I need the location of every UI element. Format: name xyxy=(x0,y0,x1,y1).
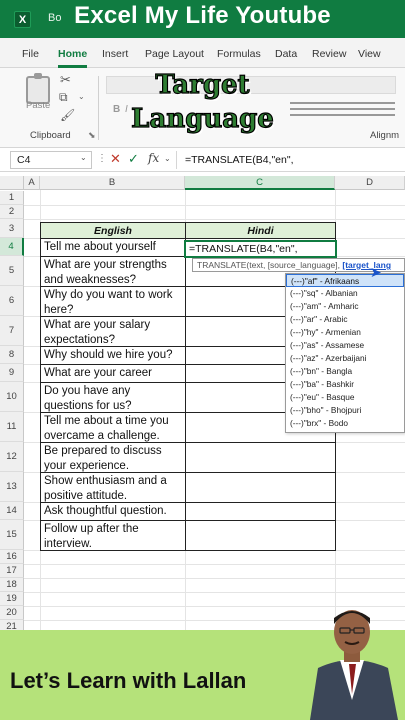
chevron-down-icon[interactable]: ⌄ xyxy=(80,153,87,162)
column-header-d[interactable]: D xyxy=(335,176,405,190)
language-option[interactable]: (---)"as" - Assamese xyxy=(286,339,404,352)
row-header-8[interactable]: 8 xyxy=(0,346,24,364)
english-cell[interactable]: What are your salary expectations? xyxy=(40,316,186,347)
language-option[interactable]: (---)"hy" - Armenian xyxy=(286,326,404,339)
row-header-17[interactable]: 17 xyxy=(0,564,24,578)
row-header-1[interactable]: 1 xyxy=(0,191,24,205)
row-header-19[interactable]: 19 xyxy=(0,592,24,606)
row-header-9[interactable]: 9 xyxy=(0,364,24,382)
tooltip-signature: TRANSLATE(text, [source_language], xyxy=(197,260,343,270)
tab-view[interactable]: View xyxy=(358,48,381,60)
row-header-12[interactable]: 12 xyxy=(0,442,24,472)
row-header-13[interactable]: 13 xyxy=(0,472,24,502)
formula-input[interactable]: =TRANSLATE(B4,"en", xyxy=(176,151,402,169)
column-header-a[interactable]: A xyxy=(24,176,40,190)
language-option[interactable]: (---)"am" - Amharic xyxy=(286,300,404,313)
gridline xyxy=(24,578,405,579)
english-cell[interactable]: Tell me about a time you overcame a chal… xyxy=(40,412,186,443)
tooltip-current-arg[interactable]: [target_lang xyxy=(342,260,391,270)
hindi-cell[interactable] xyxy=(185,502,336,521)
ribbon-tabs: File Home Insert Page Layout Formulas Da… xyxy=(0,38,405,68)
worksheet-grid[interactable]: A B C D 1 2 3 4 5 6 7 8 9 10 11 12 13 14 15 16 17 18 19 20 2… xyxy=(0,172,405,632)
chevron-down-icon[interactable]: ⌄ xyxy=(164,154,171,163)
row-header-18[interactable]: 18 xyxy=(0,578,24,592)
row-header-3[interactable]: 3 xyxy=(0,219,24,238)
video-title: Excel My Life Youtube xyxy=(74,2,331,29)
english-cell[interactable]: Why do you want to work here? xyxy=(40,286,186,317)
english-cell[interactable]: Why should we hire you? xyxy=(40,346,186,365)
gridline xyxy=(24,219,405,220)
insert-function-icon[interactable]: fx xyxy=(148,151,159,165)
active-cell-c4[interactable]: =TRANSLATE(B4,"en", xyxy=(184,240,337,258)
english-cell[interactable]: Tell me about yourself xyxy=(40,238,186,257)
more-icon: ⋮ xyxy=(97,153,107,164)
title-banner: X Bo Excel My Life Youtube xyxy=(0,0,405,38)
english-cell[interactable]: What are your strengths and weaknesses? xyxy=(40,256,186,287)
tab-file[interactable]: File xyxy=(22,48,39,60)
cancel-icon[interactable]: ✕ xyxy=(110,151,121,167)
enter-icon[interactable]: ✓ xyxy=(128,151,139,167)
formula-bar: C4 ⌄ ⋮ ✕ ✓ fx ⌄ =TRANSLATE(B4,"en", xyxy=(0,148,405,172)
mouse-pointer-icon: ➤ xyxy=(370,264,382,280)
language-option[interactable]: (---)"sq" - Albanian xyxy=(286,287,404,300)
row-header-6[interactable]: 6 xyxy=(0,286,24,316)
language-option[interactable]: (---)"brx" - Bodo xyxy=(286,417,404,430)
language-option[interactable]: (---)"eu" - Basque xyxy=(286,391,404,404)
overlay-title-line2: Language xyxy=(131,103,275,134)
hindi-cell[interactable] xyxy=(185,472,336,503)
language-option[interactable]: (---)"az" - Azerbaijani xyxy=(286,352,404,365)
select-all-corner[interactable] xyxy=(0,176,24,190)
row-header-16[interactable]: 16 xyxy=(0,550,24,564)
english-cell[interactable]: Follow up after the interview. xyxy=(40,520,186,551)
row-header-5[interactable]: 5 xyxy=(0,256,24,286)
english-cell[interactable]: Do you have any questions for us? xyxy=(40,382,186,413)
language-autocomplete-list[interactable]: (---)"af" - Afrikaans (---)"sq" - Albania… xyxy=(285,273,405,433)
language-option[interactable]: (---)"bn" - Bangla xyxy=(286,365,404,378)
tab-formulas[interactable]: Formulas xyxy=(217,48,261,60)
language-option[interactable]: (---)"bho" - Bhojpuri xyxy=(286,404,404,417)
column-header-c[interactable]: C xyxy=(185,176,335,190)
language-option[interactable]: (---)"ba" - Bashkir xyxy=(286,378,404,391)
tab-insert[interactable]: Insert xyxy=(102,48,128,60)
row-header-14[interactable]: 14 xyxy=(0,502,24,520)
hindi-cell[interactable] xyxy=(185,442,336,473)
language-option[interactable]: (---)"af" - Afrikaans xyxy=(286,274,404,287)
tab-page-layout[interactable]: Page Layout xyxy=(145,48,204,60)
tab-home[interactable]: Home xyxy=(58,48,88,68)
hindi-cell[interactable] xyxy=(185,520,336,551)
tab-data[interactable]: Data xyxy=(275,48,297,60)
row-header-2[interactable]: 2 xyxy=(0,205,24,219)
row-header-20[interactable]: 20 xyxy=(0,606,24,620)
footer-title: Let’s Learn with Lallan xyxy=(10,668,247,693)
english-cell[interactable]: Be prepared to discuss your experience. xyxy=(40,442,186,473)
overlay-title-line1: Target xyxy=(155,69,250,100)
presenter-photo xyxy=(310,610,398,720)
row-header-15[interactable]: 15 xyxy=(0,520,24,550)
row-header-7[interactable]: 7 xyxy=(0,316,24,346)
row-header-10[interactable]: 10 xyxy=(0,382,24,412)
column-header-b[interactable]: B xyxy=(40,176,185,190)
tab-review[interactable]: Review xyxy=(312,48,346,60)
row-header-11[interactable]: 11 xyxy=(0,412,24,442)
english-cell[interactable]: Ask thoughtful question. xyxy=(40,502,186,521)
row-header-4[interactable]: 4 xyxy=(0,238,24,256)
english-cell[interactable]: What are your career goals xyxy=(40,364,186,383)
english-cell[interactable]: Show enthusiasm and a positive attitude. xyxy=(40,472,186,503)
gridline xyxy=(24,205,405,206)
gridline xyxy=(24,564,405,565)
language-option[interactable]: (---)"ar" - Arabic xyxy=(286,313,404,326)
